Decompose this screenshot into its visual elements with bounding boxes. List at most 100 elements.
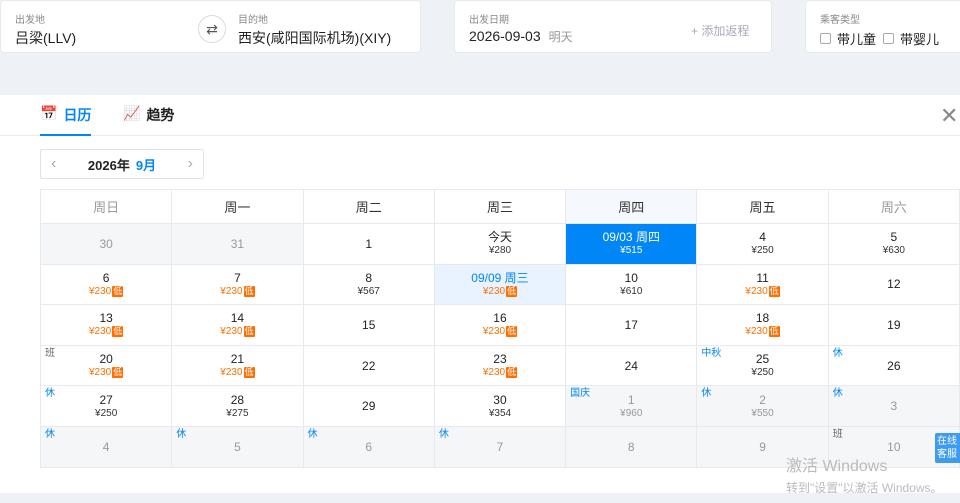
calendar-day-cell[interactable]: 休3 [827, 385, 960, 427]
day-price: ¥230 低 [41, 285, 171, 298]
day-number: 24 [624, 358, 638, 373]
price-value: ¥230 [89, 326, 112, 338]
price-value: ¥280 [488, 245, 512, 257]
day-number: 30 [493, 392, 507, 407]
day-number: 5 [890, 230, 898, 245]
calendar-day-cell[interactable]: 13 ¥230 低 [39, 304, 173, 346]
calendar-day-cell[interactable]: 24 [565, 344, 698, 387]
weekday-header: 周二 [302, 189, 435, 224]
calendar-day-cell[interactable]: 29 [302, 385, 435, 427]
calendar-day-cell[interactable]: 休4 [39, 425, 173, 468]
calendar-day-cell[interactable]: 休7 [433, 425, 567, 468]
calendar-day-cell[interactable]: 休6 [302, 425, 435, 468]
next-month-icon[interactable]: › [188, 155, 193, 173]
calendar-day-cell[interactable]: 31 [171, 223, 304, 265]
depart-date: 2026-09-03 [469, 28, 541, 44]
low-price-badge: 低 [768, 326, 780, 338]
calendar-day-cell[interactable]: 8 ¥567 [302, 263, 435, 306]
tab-trend[interactable]: 📈 趋势 [123, 105, 174, 136]
weekday-header: 周五 [696, 189, 829, 224]
price-value: ¥960 [620, 407, 643, 419]
calendar-day-cell[interactable]: 21 ¥230 低 [171, 344, 304, 387]
route-field[interactable]: 出发地 吕梁(LLV) ⇄ 目的地 西安(咸阳国际机场)(XIY) [0, 0, 421, 53]
calendar-day-cell[interactable]: 18 ¥230 低 [696, 304, 829, 346]
calendar-day-cell[interactable]: 28 ¥275 [171, 385, 304, 427]
calendar-day-cell[interactable]: 09/09 周三 ¥230 低 [433, 263, 567, 306]
weekday-header: 周六 [827, 189, 960, 224]
calendar-day-cell[interactable]: 休 27 ¥250 [39, 385, 173, 427]
calendar-day-cell[interactable]: 休 2 ¥550 [696, 385, 829, 427]
day-number: 6 [365, 439, 373, 454]
day-number: 27 [99, 392, 113, 407]
month-value: 9月 [135, 157, 157, 173]
calendar-day-cell[interactable]: 5 ¥630 [827, 223, 960, 265]
depart-value: 2026-09-03 明天 [469, 28, 573, 45]
day-number: 13 [99, 311, 113, 326]
calendar-week-row: 30 31 1 今天 ¥280 09/03 周四 ¥515 4 ¥250 5 ¥630 [39, 223, 960, 265]
low-price-badge: 低 [768, 285, 780, 297]
day-price: ¥250 [697, 245, 827, 257]
close-icon[interactable]: ✕ [940, 103, 960, 129]
calendar-day-cell[interactable]: 16 ¥230 低 [433, 304, 567, 346]
add-return-button[interactable]: + 添加返程 [691, 22, 749, 39]
day-price: ¥354 [435, 408, 565, 420]
price-value: ¥230 [482, 367, 506, 379]
day-price: ¥230 低 [41, 367, 171, 379]
calendar-day-cell[interactable]: 22 [302, 344, 435, 387]
origin-value[interactable]: 吕梁(LLV) [15, 28, 76, 48]
holiday-tag: 休 [438, 428, 449, 440]
price-value: ¥567 [357, 285, 380, 297]
calendar-day-cell[interactable]: 23 ¥230 低 [433, 344, 567, 387]
day-number: 20 [99, 352, 113, 367]
calendar-day-cell[interactable]: 17 [565, 304, 698, 346]
day-number: 31 [230, 236, 245, 251]
day-price: ¥230 低 [41, 326, 171, 338]
calendar-day-cell[interactable]: 6 ¥230 低 [39, 263, 173, 306]
calendar-day-cell[interactable]: 19 [827, 304, 960, 346]
with-child-checkbox[interactable]: 带儿童 [820, 29, 876, 48]
with-infant-checkbox[interactable]: 带婴儿 [883, 29, 939, 48]
day-price: ¥515 [566, 245, 696, 257]
calendar-day-cell[interactable]: 1 [302, 223, 435, 265]
depart-date-field[interactable]: 出发日期 2026-09-03 明天 + 添加返程 [454, 0, 772, 53]
day-number: 5 [234, 439, 241, 454]
price-value: ¥250 [751, 245, 774, 257]
depart-label: 出发日期 [469, 15, 509, 26]
swap-icon[interactable]: ⇄ [198, 15, 226, 43]
calendar-day-cell[interactable]: 30 [39, 223, 173, 265]
day-number: 21 [230, 352, 245, 367]
day-number: 18 [755, 311, 770, 326]
depart-note: 明天 [548, 30, 573, 44]
calendar-day-cell[interactable]: 中秋 25 ¥250 [696, 344, 829, 387]
calendar-day-cell[interactable]: 14 ¥230 低 [171, 304, 304, 346]
day-price: ¥230 低 [172, 285, 302, 298]
weekday-header: 周三 [433, 189, 567, 224]
workday-tag: 班 [832, 428, 843, 440]
weekday-header: 周日 [39, 189, 173, 224]
calendar-day-cell[interactable]: 12 [827, 263, 960, 306]
online-service-button[interactable]: 在线客服 [935, 433, 960, 463]
calendar-day-cell[interactable]: 今天 ¥280 [433, 223, 567, 265]
destination-label: 目的地 [238, 15, 268, 26]
calendar-day-cell[interactable]: 11 ¥230 低 [696, 263, 829, 306]
calendar-day-cell[interactable]: 4 ¥250 [696, 223, 829, 265]
day-number: 4 [102, 439, 110, 454]
calendar-day-cell[interactable]: 09/03 周四 ¥515 [565, 223, 698, 265]
calendar-day-cell[interactable]: 休 26 [827, 344, 960, 387]
calendar-day-cell[interactable]: 7 ¥230 低 [171, 263, 304, 306]
tab-calendar[interactable]: 📅 日历 [40, 105, 92, 136]
calendar-day-cell[interactable]: 班 20 ¥230 低 [39, 344, 173, 387]
calendar-icon: 📅 [40, 105, 58, 121]
with-child-label: 带儿童 [837, 32, 877, 47]
destination-value[interactable]: 西安(咸阳国际机场)(XIY) [238, 28, 391, 48]
calendar-day-cell[interactable]: 休5 [171, 425, 304, 468]
calendar-day-cell[interactable]: 10 ¥610 [565, 263, 698, 306]
calendar-day-cell[interactable]: 国庆 1 ¥960 [565, 385, 698, 427]
prev-month-icon[interactable]: ‹ [51, 155, 56, 173]
tab-calendar-label: 日历 [63, 107, 92, 123]
calendar-day-cell[interactable]: 30 ¥354 [433, 385, 567, 427]
price-value: ¥275 [226, 407, 249, 419]
calendar-day-cell[interactable]: 8 [565, 425, 698, 468]
calendar-day-cell[interactable]: 15 [302, 304, 435, 346]
day-number: 09/09 周三 [471, 270, 529, 285]
